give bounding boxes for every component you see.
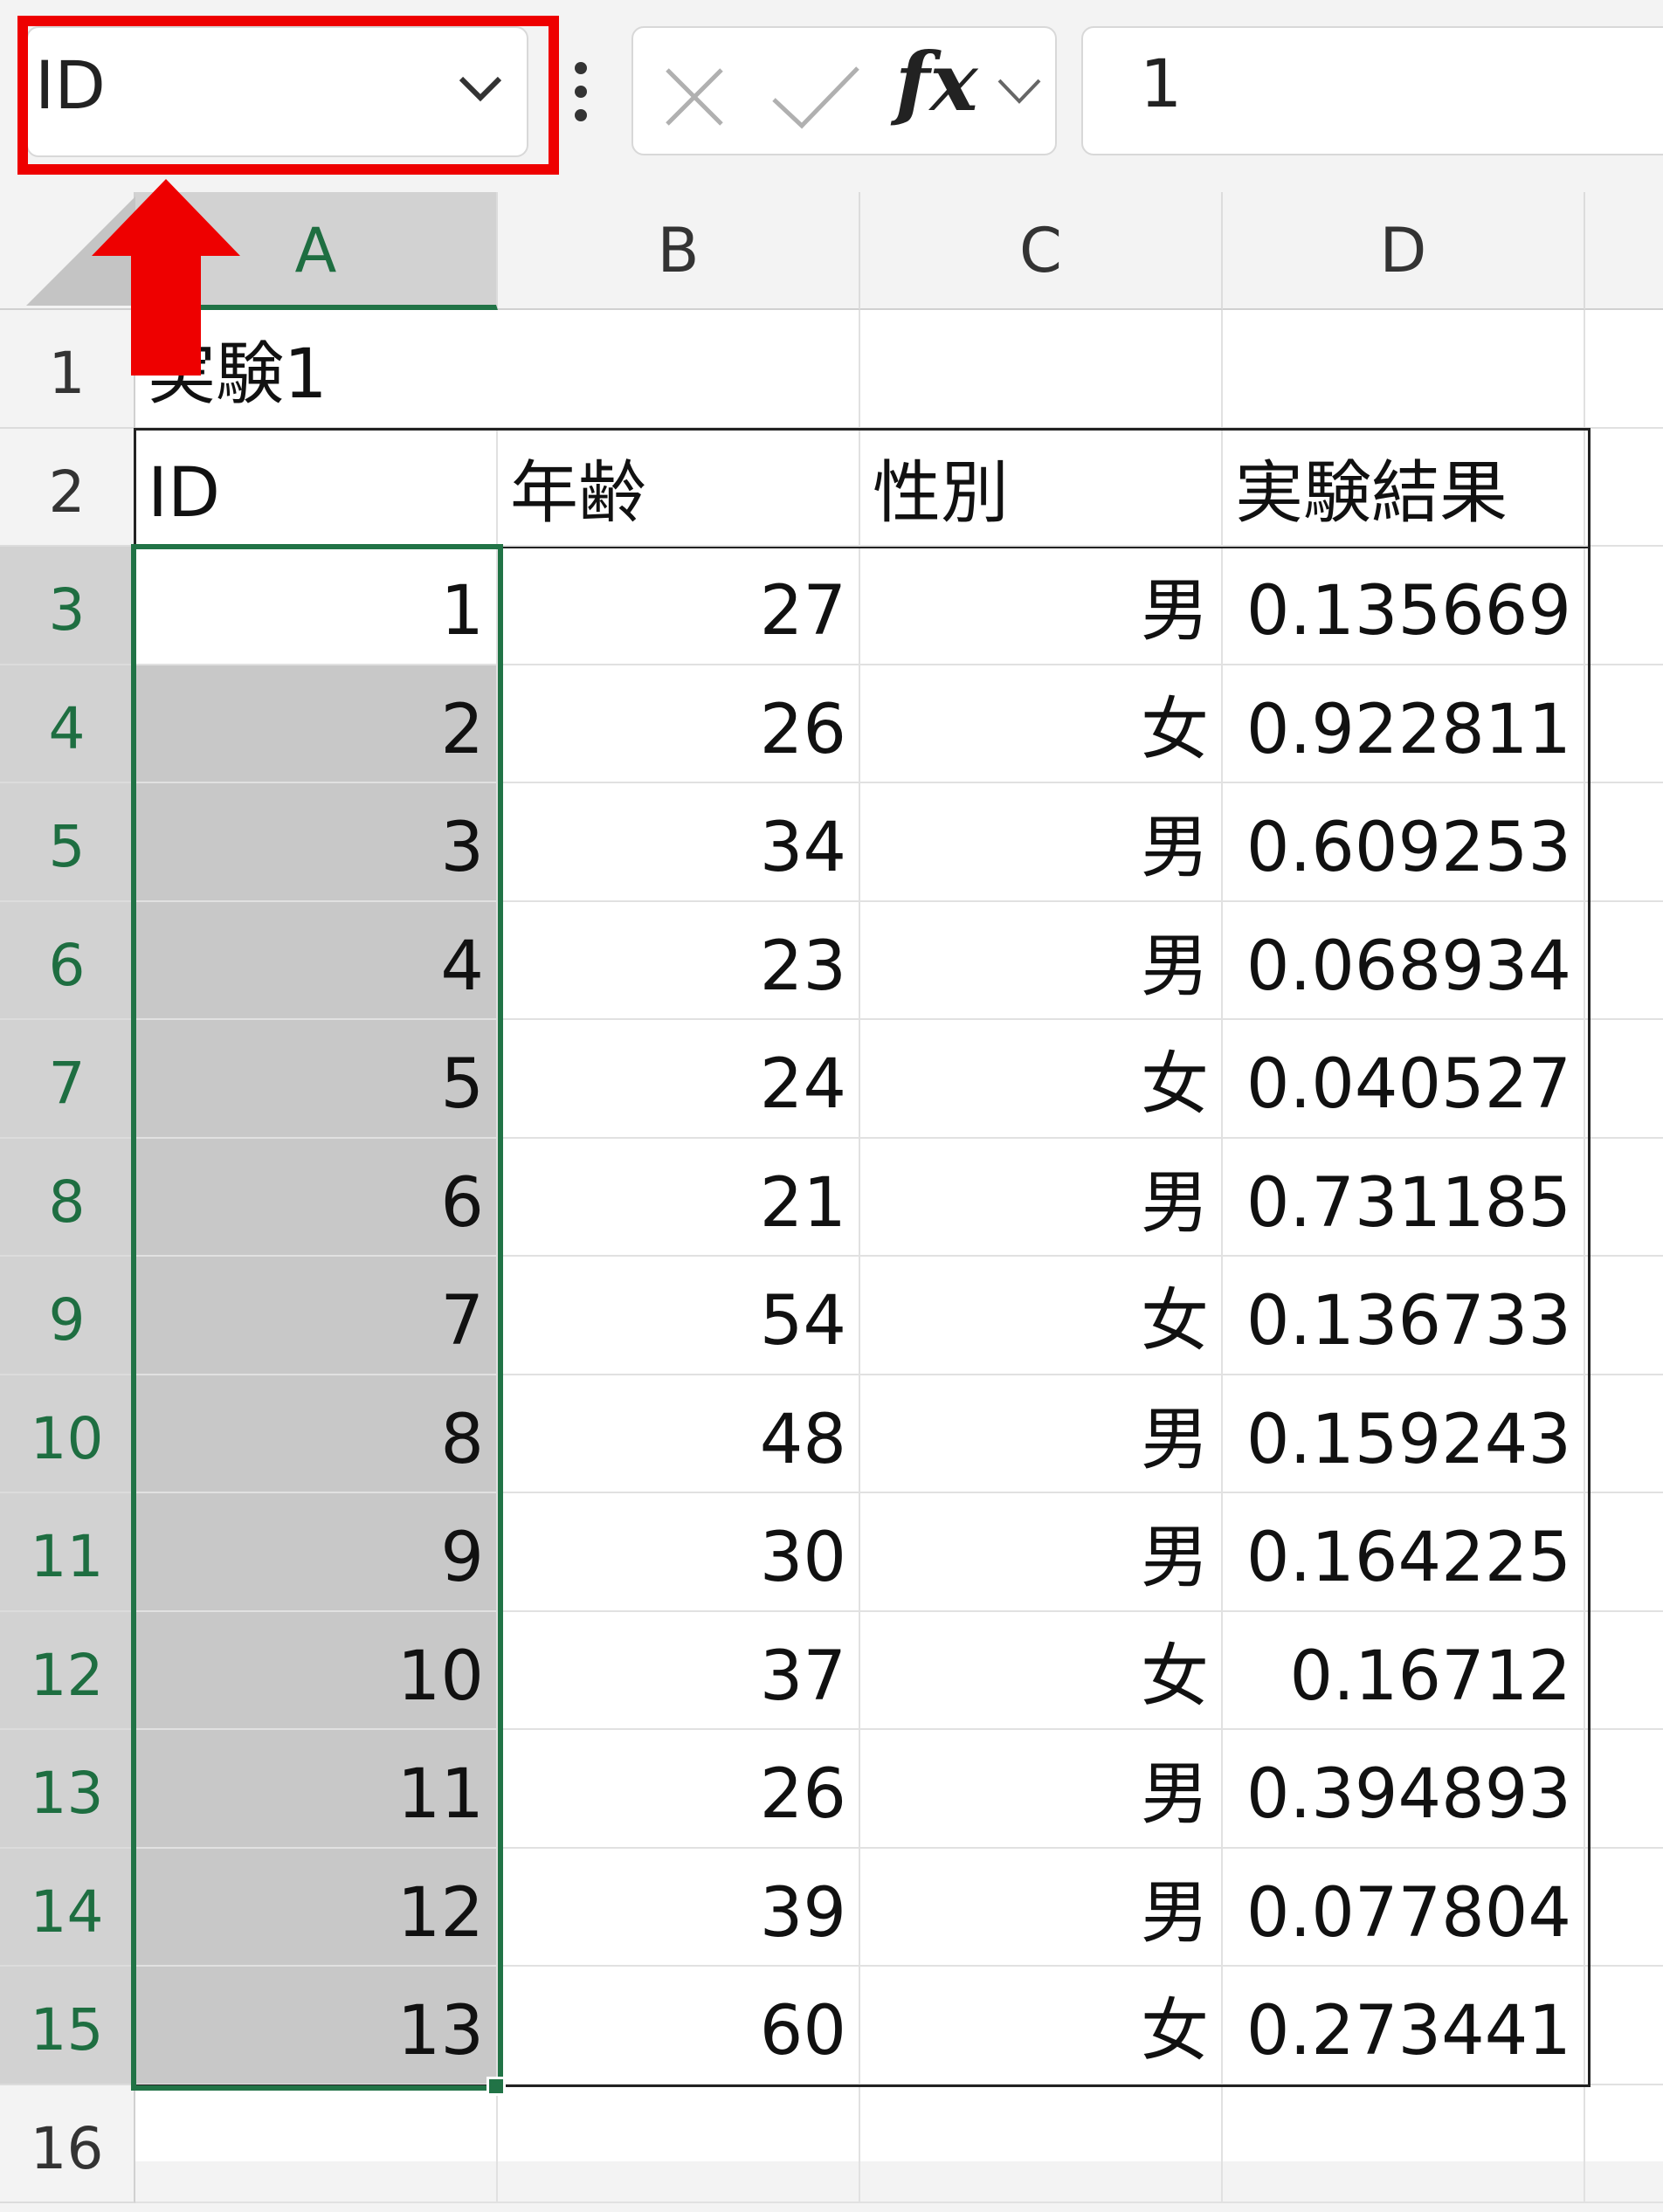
row-header-6[interactable]: 6 bbox=[0, 901, 135, 1020]
cell-e10[interactable] bbox=[1585, 1375, 1663, 1493]
row-header-12[interactable]: 12 bbox=[0, 1611, 135, 1730]
cell-e5[interactable] bbox=[1585, 783, 1663, 902]
cell-a16[interactable] bbox=[135, 2085, 498, 2203]
cell-e16[interactable] bbox=[1585, 2085, 1663, 2203]
cell-e2[interactable] bbox=[1585, 429, 1663, 547]
row-header-5[interactable]: 5 bbox=[0, 783, 135, 902]
row-header-2[interactable]: 2 bbox=[0, 428, 135, 547]
cell-b1[interactable] bbox=[498, 310, 860, 429]
cell-c16[interactable] bbox=[860, 2085, 1223, 2203]
cell-e8[interactable] bbox=[1585, 1139, 1663, 1257]
column-header-e[interactable] bbox=[1585, 192, 1663, 310]
cell-b16[interactable] bbox=[498, 2085, 860, 2203]
row-header-16[interactable]: 16 bbox=[0, 2085, 135, 2203]
more-options-icon[interactable] bbox=[572, 59, 590, 124]
cell-e3[interactable] bbox=[1585, 547, 1663, 665]
row-header-4[interactable]: 4 bbox=[0, 665, 135, 783]
cell-c1[interactable] bbox=[860, 310, 1223, 429]
cell-d1[interactable] bbox=[1223, 310, 1585, 429]
cell-e14[interactable] bbox=[1585, 1849, 1663, 1967]
cell-e4[interactable] bbox=[1585, 665, 1663, 783]
cell-e11[interactable] bbox=[1585, 1493, 1663, 1612]
insert-function-icon[interactable]: fx bbox=[895, 42, 977, 122]
cell-e12[interactable] bbox=[1585, 1612, 1663, 1730]
cell-e7[interactable] bbox=[1585, 1020, 1663, 1139]
row-header-9[interactable]: 9 bbox=[0, 1257, 135, 1375]
cell-d16[interactable] bbox=[1223, 2085, 1585, 2203]
fill-handle[interactable] bbox=[486, 2077, 506, 2096]
cell-e1[interactable] bbox=[1585, 310, 1663, 429]
name-box-highlight bbox=[17, 16, 559, 175]
column-header-c[interactable]: C bbox=[860, 192, 1223, 310]
row-header-7[interactable]: 7 bbox=[0, 1020, 135, 1139]
row-header-10[interactable]: 10 bbox=[0, 1375, 135, 1493]
row-header-13[interactable]: 13 bbox=[0, 1730, 135, 1849]
selection-range bbox=[131, 544, 503, 2091]
cell-e6[interactable] bbox=[1585, 902, 1663, 1020]
cell-e15[interactable] bbox=[1585, 1967, 1663, 2085]
row-header-11[interactable]: 11 bbox=[0, 1493, 135, 1612]
enter-check-icon[interactable] bbox=[770, 65, 861, 129]
chevron-down-icon[interactable] bbox=[996, 75, 1043, 107]
up-arrow-annotation-icon bbox=[92, 179, 240, 376]
cell-e13[interactable] bbox=[1585, 1730, 1663, 1849]
cancel-icon[interactable] bbox=[662, 65, 727, 129]
row-header-14[interactable]: 14 bbox=[0, 1848, 135, 1967]
row-header-3[interactable]: 3 bbox=[0, 547, 135, 665]
row-header-8[interactable]: 8 bbox=[0, 1138, 135, 1257]
cell-e9[interactable] bbox=[1585, 1257, 1663, 1375]
column-header-d[interactable]: D bbox=[1223, 192, 1585, 310]
formula-bar-value: 1 bbox=[1140, 45, 1183, 122]
row-header-15[interactable]: 15 bbox=[0, 1967, 135, 2085]
column-header-b[interactable]: B bbox=[498, 192, 860, 310]
